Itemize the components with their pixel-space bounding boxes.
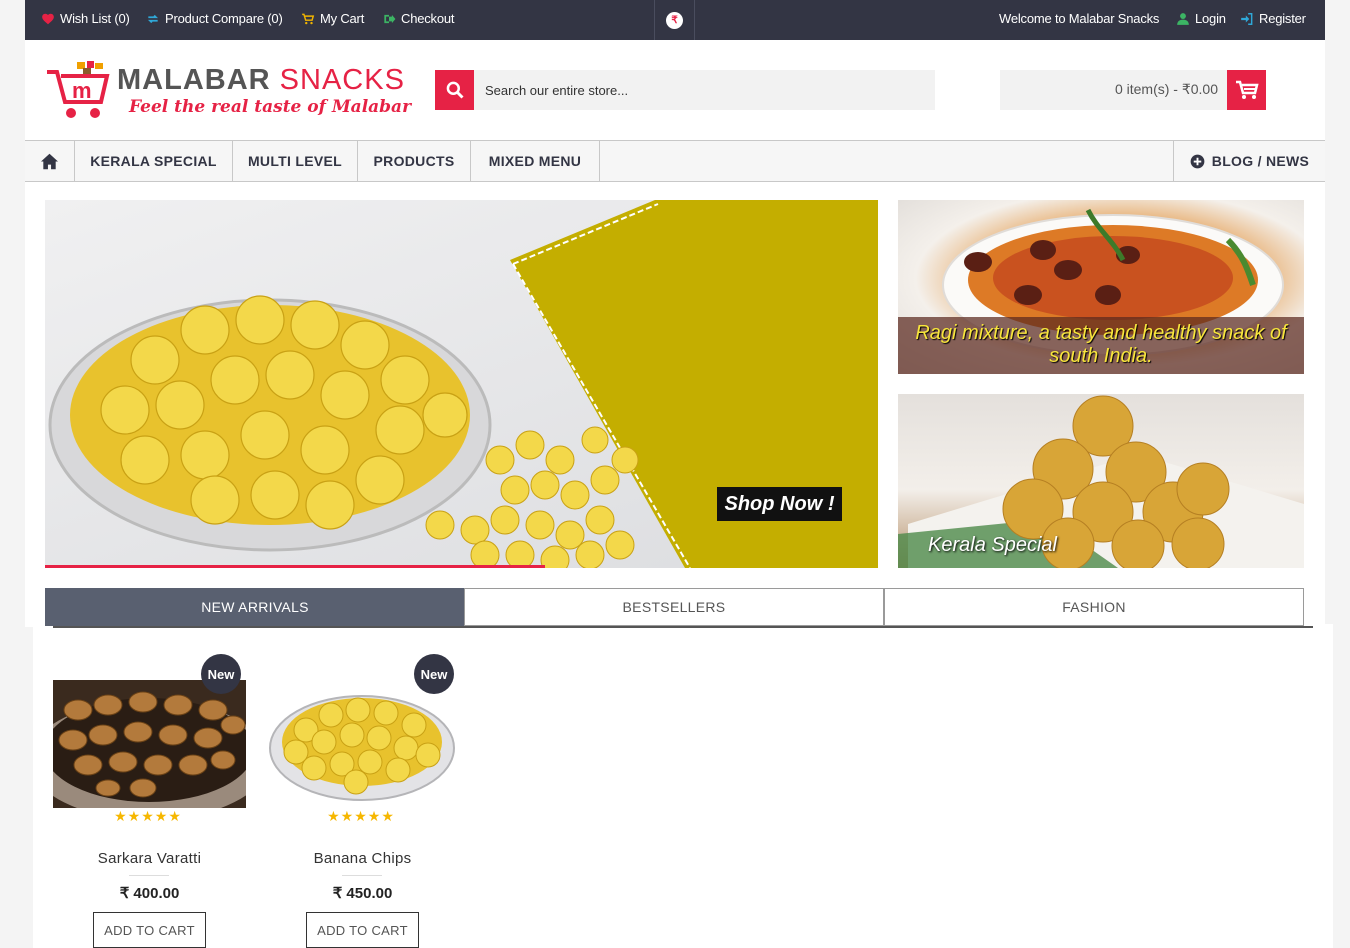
- side-banner-ragi[interactable]: Ragi mixture, a tasty and healthy snack …: [898, 200, 1304, 374]
- header-cart[interactable]: 0 item(s) - ₹0.00: [1000, 70, 1266, 110]
- mycart-link[interactable]: My Cart: [301, 11, 364, 26]
- product-name[interactable]: Sarkara Varatti: [53, 850, 246, 867]
- search-input[interactable]: [474, 70, 935, 110]
- add-to-cart-button[interactable]: ADD TO CART: [306, 912, 419, 948]
- add-to-cart-button[interactable]: ADD TO CART: [93, 912, 206, 948]
- divider: [654, 0, 655, 40]
- logo-name: MALABAR SNACKS: [117, 64, 405, 97]
- divider: [342, 875, 382, 876]
- nav-kerala-special[interactable]: KERALA SPECIAL: [75, 141, 233, 181]
- nav-blog[interactable]: BLOG / NEWS: [1173, 141, 1325, 181]
- product-name[interactable]: Banana Chips: [266, 850, 459, 867]
- cart-button[interactable]: [1227, 70, 1266, 110]
- exchange-icon: [147, 14, 159, 23]
- top-bar: Wish List (0) Product Compare (0) My Car…: [25, 0, 1325, 40]
- nav-home[interactable]: [25, 141, 75, 181]
- nav-mixed-menu[interactable]: MIXED MENU: [471, 141, 600, 181]
- cart-icon: [1235, 80, 1259, 99]
- kerala-caption: Kerala Special: [928, 534, 1057, 556]
- register-label: Register: [1259, 11, 1306, 26]
- banana-chips-image: [266, 680, 459, 808]
- rating-stars: ★★★★★: [114, 808, 182, 824]
- product-price: ₹ 450.00: [332, 885, 393, 902]
- plus-circle-icon: [1190, 154, 1205, 168]
- tabs-underline: [53, 626, 1313, 628]
- shop-now-button[interactable]: Shop Now !: [717, 487, 842, 521]
- product-price: ₹ 400.00: [119, 885, 180, 902]
- svg-text:m: m: [72, 78, 92, 103]
- register-link[interactable]: Register: [1240, 11, 1306, 26]
- welcome-text: Welcome to Malabar Snacks: [999, 11, 1160, 26]
- search-icon: [446, 81, 464, 99]
- tab-fashion[interactable]: FASHION: [884, 588, 1304, 626]
- site-header: m MALABAR SNACKS Feel the real taste of …: [25, 40, 1325, 140]
- nav-blog-label: BLOG / NEWS: [1211, 153, 1310, 169]
- product-image[interactable]: [53, 680, 246, 808]
- new-badge: New: [201, 654, 241, 694]
- compare-link[interactable]: Product Compare (0): [146, 11, 283, 26]
- logo-tagline: Feel the real taste of Malabar: [129, 97, 412, 117]
- currency-button[interactable]: ₹: [666, 12, 683, 29]
- logo-name-part2: SNACKS: [279, 64, 405, 96]
- ragi-caption: Ragi mixture, a tasty and healthy snack …: [898, 317, 1304, 374]
- rating-stars: ★★★★★: [327, 808, 395, 824]
- divider: [129, 875, 169, 876]
- search-button[interactable]: [435, 70, 474, 110]
- divider: [694, 0, 695, 40]
- new-badge: New: [414, 654, 454, 694]
- tab-new-arrivals[interactable]: NEW ARRIVALS: [45, 588, 465, 626]
- nav-products[interactable]: PRODUCTS: [358, 141, 471, 181]
- home-icon: [41, 153, 58, 169]
- login-label: Login: [1195, 11, 1226, 26]
- checkout-label: Checkout: [401, 11, 455, 26]
- heart-icon: [42, 13, 54, 24]
- side-banner-kerala[interactable]: Kerala Special: [898, 394, 1304, 568]
- cart-summary: 0 item(s) - ₹0.00: [1114, 81, 1218, 97]
- main-nav: KERALA SPECIAL MULTI LEVEL PRODUCTS MIXE…: [25, 140, 1325, 182]
- logo-name-part1: MALABAR: [117, 64, 271, 96]
- wishlist-label: Wish List (0): [60, 11, 130, 26]
- product-image[interactable]: [266, 680, 459, 808]
- logo[interactable]: m MALABAR SNACKS Feel the real taste of …: [45, 60, 411, 122]
- product-card[interactable]: New ★★★★★ Sarkara Varatti ₹ 400.00 ADD T…: [53, 650, 253, 948]
- mycart-label: My Cart: [320, 11, 365, 26]
- user-icon: [1177, 12, 1189, 25]
- sarkara-varatti-image: [53, 680, 246, 808]
- login-link[interactable]: Login: [1176, 11, 1226, 26]
- sign-in-icon: [1241, 12, 1253, 25]
- wishlist-link[interactable]: Wish List (0): [41, 11, 130, 26]
- checkout-link[interactable]: Checkout: [382, 11, 455, 26]
- product-card[interactable]: New ★★★★★ Banana Chips ₹ 450.00 ADD TO C…: [266, 650, 466, 948]
- share-icon: [384, 14, 396, 23]
- logo-cart-icon: m: [47, 61, 110, 118]
- tab-bestsellers[interactable]: BESTSELLERS: [464, 588, 884, 626]
- banner-progress-bar: [45, 565, 545, 568]
- nav-multi-level[interactable]: MULTI LEVEL: [233, 141, 358, 181]
- compare-label: Product Compare (0): [165, 11, 283, 26]
- cart-icon: [302, 13, 315, 24]
